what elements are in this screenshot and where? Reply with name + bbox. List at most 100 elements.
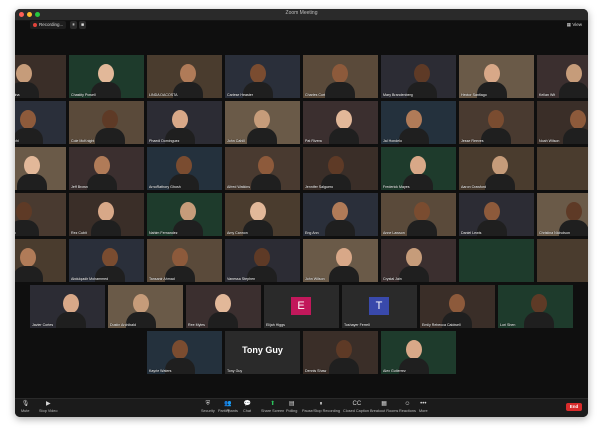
participant-video-face — [254, 248, 270, 267]
participant-video-face — [492, 156, 508, 175]
participant-tile[interactable]: Charles Cort — [303, 55, 378, 98]
participant-tile[interactable]: Christina Nicholson — [537, 193, 588, 236]
participant-name-label: Kayrie Waters — [149, 369, 172, 373]
participant-tile[interactable]: Mary Brandenberg — [381, 55, 456, 98]
participant-tile[interactable]: Lori Shen — [498, 285, 573, 328]
participant-tile[interactable]: Ange Lewis — [15, 239, 66, 282]
polling-button[interactable]: ▤ Polling — [286, 401, 297, 413]
participant-video-face — [215, 294, 231, 313]
reactions-button[interactable]: ☺ Reactions — [399, 401, 416, 413]
meeting-toolbar: 🎙 Mute ▶ Stop Video ⛨ Security 👥44 Participa… — [15, 398, 588, 417]
participant-tile[interactable]: Dustin Archibald — [108, 285, 183, 328]
participant-tile[interactable]: La SAVIA Sarina — [15, 55, 66, 98]
participant-tile[interactable] — [537, 239, 588, 282]
closed-caption-button[interactable]: CC Closed Caption — [343, 401, 369, 413]
end-meeting-button[interactable]: End — [566, 403, 582, 411]
stop-video-button[interactable]: ▶ Stop Video — [39, 401, 58, 413]
participant-tile[interactable]: Emily Rebecca Caldwell — [420, 285, 495, 328]
participant-tile[interactable]: Kellan Wit — [537, 55, 588, 98]
participant-tile[interactable]: ArnoRathory Ghosh — [147, 147, 222, 190]
pause-stop-recording-button[interactable]: ⏸ Pause/Stop Recording — [302, 401, 340, 413]
participant-name-label: Elijah Higgs — [266, 323, 285, 327]
participant-tile[interactable]: Cole McKnight — [69, 101, 144, 144]
participant-tile[interactable]: Eric Williams — [15, 147, 66, 190]
participant-tile[interactable]: LINDA DACOSTA — [147, 55, 222, 98]
participant-tile[interactable]: Rez Cubit — [69, 193, 144, 236]
participant-video-face — [406, 110, 422, 129]
participant-video-face — [94, 156, 110, 175]
participant-tile[interactable]: Tony Guy Tony Guy — [225, 331, 300, 374]
participant-tile[interactable]: Alfred Watkins — [225, 147, 300, 190]
participant-video-face — [484, 202, 500, 221]
view-button[interactable]: ▦ View — [567, 21, 582, 29]
participant-tile[interactable]: Gabriela Tiyuchi — [15, 101, 66, 144]
participant-name-label: Chastity Powell — [71, 93, 96, 97]
participant-name-label: John Cahill — [227, 139, 245, 143]
participant-video-body — [325, 220, 355, 236]
pause-recording-button[interactable]: ⏸ — [70, 21, 77, 29]
participant-video-face — [172, 248, 188, 267]
participant-tile[interactable]: Eng Ann — [303, 193, 378, 236]
participant-tile[interactable]: Abdulqadir Mohammed — [69, 239, 144, 282]
participant-tile[interactable]: Amy Cannon — [225, 193, 300, 236]
participant-tile[interactable]: Daniel Lewis — [459, 193, 534, 236]
participant-tile[interactable]: Kayrie Waters — [147, 331, 222, 374]
participant-video-body — [329, 266, 359, 282]
participant-video-face — [133, 294, 149, 313]
participant-name-label: Hector Santiago — [461, 93, 487, 97]
participant-tile[interactable]: Jesse Reeves — [459, 101, 534, 144]
participant-video-face — [102, 248, 118, 267]
more-button[interactable]: ••• More — [419, 401, 428, 413]
chat-button[interactable]: 💬 Chat — [243, 401, 251, 413]
participant-video-body — [17, 174, 47, 190]
participant-tile[interactable]: Pat Rivera — [303, 101, 378, 144]
participant-tile[interactable] — [459, 239, 534, 282]
participant-tile[interactable]: Dennis Shaw — [303, 331, 378, 374]
participant-tile[interactable]: Jeff Brown — [69, 147, 144, 190]
participant-tile[interactable]: Jennifer Salguero — [303, 147, 378, 190]
participant-tile[interactable]: Noah Wilson — [537, 101, 588, 144]
participant-video-face — [180, 202, 196, 221]
participant-tile[interactable]: Nahim Fernandez — [147, 193, 222, 236]
participant-tile[interactable]: Anne Lawson — [381, 193, 456, 236]
participant-name-label: Tony Guy — [227, 369, 243, 373]
mute-button[interactable]: 🎙 Mute — [21, 401, 29, 413]
breakout-rooms-button[interactable]: ▦ Breakout Rooms — [370, 401, 398, 413]
participant-video-face — [172, 110, 188, 129]
participant-video-body — [15, 220, 39, 236]
participant-tile[interactable]: Chastity Powell — [69, 55, 144, 98]
participant-tile[interactable]: E Elijah Higgs — [264, 285, 339, 328]
participant-tile[interactable]: John Wilson — [303, 239, 378, 282]
participant-tile[interactable]: Jackie Burdan — [15, 193, 66, 236]
security-button[interactable]: ⛨ Security — [201, 401, 215, 413]
participant-tile[interactable]: Hector Santiago — [459, 55, 534, 98]
participant-name-label: Christina Nicholson — [539, 231, 570, 235]
participant-tile[interactable]: Ree Myles — [186, 285, 261, 328]
participant-video-face — [336, 340, 352, 359]
participant-tile[interactable]: T Toshayer Ferrell — [342, 285, 417, 328]
participant-tile[interactable]: Aaron Crawford — [459, 147, 534, 190]
participant-tile[interactable] — [537, 147, 588, 190]
participant-tile[interactable]: Phaedi Dominguez — [147, 101, 222, 144]
ellipsis-icon: ••• — [420, 401, 427, 407]
participant-name-label: Phaedi Dominguez — [149, 139, 180, 143]
participant-tile[interactable]: Carlese Heaster — [225, 55, 300, 98]
participant-name-label: Dustin Archibald — [110, 323, 136, 327]
participant-video-face — [250, 64, 266, 83]
participant-video-face — [254, 110, 270, 129]
participant-tile[interactable]: Vanessa Stephen — [225, 239, 300, 282]
participant-tile[interactable]: Jal Hondelo — [381, 101, 456, 144]
share-screen-button[interactable]: ⬆ Share Screen — [261, 401, 284, 413]
participant-tile[interactable]: Alex Gutierrez — [381, 331, 456, 374]
participants-button[interactable]: 👥44 Participants — [218, 401, 238, 413]
participant-video-body — [251, 174, 281, 190]
participant-video-face — [328, 156, 344, 175]
polling-icon: ▤ — [288, 401, 295, 407]
participant-tile[interactable]: Frederick Mayes — [381, 147, 456, 190]
participant-tile[interactable]: John Cahill — [225, 101, 300, 144]
stop-recording-button[interactable]: ■ — [79, 21, 86, 29]
participant-tile[interactable]: Tansanir Ahmad — [147, 239, 222, 282]
participant-name-label: Abdulqadir Mohammed — [71, 277, 109, 281]
participant-tile[interactable]: Javier Cortes — [30, 285, 105, 328]
participant-tile[interactable]: Crystal Jain — [381, 239, 456, 282]
